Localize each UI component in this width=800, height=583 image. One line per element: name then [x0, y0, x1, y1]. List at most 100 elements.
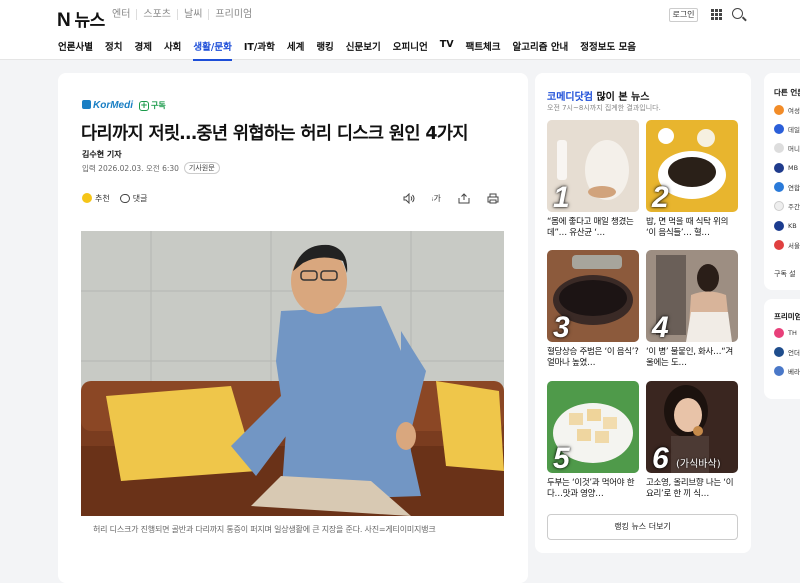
ranking-thumbnail: 4: [646, 250, 738, 342]
rank-number: 5: [553, 442, 570, 473]
comment-button[interactable]: 댓글: [119, 193, 147, 204]
article-panel: KorMedi + 구독 다리까지 저릿…중년 위협하는 허리 디스크 원인 4가…: [58, 73, 528, 583]
tab-opinion[interactable]: 오피니언: [393, 39, 428, 61]
ranking-more-button[interactable]: 랭킹 뉴스 더보기: [547, 514, 738, 540]
ranking-item[interactable]: 2 밥, 면 먹을 때 식탁 위의 ‘이 음식들’… 혈…: [646, 120, 738, 240]
ranking-headline[interactable]: “몸에 좋다고 매일 챙겼는데”… 유산균 ‘…: [547, 217, 639, 240]
press-logo-icon: [774, 105, 784, 115]
tab-politics[interactable]: 정치: [105, 39, 122, 61]
rank-number: 4: [652, 311, 669, 342]
tab-tv[interactable]: TV: [440, 39, 454, 61]
smile-icon: [82, 193, 92, 203]
premium-item[interactable]: 베라: [774, 366, 800, 376]
photo-caption: 허리 디스크가 진행되면 골반과 다리까지 통증이 퍼지며 일상생활에 큰 지장…: [93, 525, 436, 534]
rank-number: 3: [553, 311, 570, 342]
press-item[interactable]: 주간: [774, 201, 800, 211]
top-link-premium[interactable]: 프리미엄: [208, 9, 258, 20]
recommend-button[interactable]: 추천: [82, 193, 110, 204]
back-pain-man-illustration: [81, 231, 504, 516]
press-logo-icon: [774, 221, 784, 231]
press-item[interactable]: 연합: [774, 182, 800, 192]
article-date-row: 입력 2026.02.03. 오전 6:30 기사원문: [82, 162, 220, 174]
premium-title: 프리미엄: [774, 312, 800, 321]
press-item[interactable]: MB: [774, 163, 798, 173]
ranking-thumbnail: 2: [646, 120, 738, 212]
top-link-weather[interactable]: 날씨: [177, 9, 208, 20]
tab-press[interactable]: 언론사별: [58, 39, 93, 61]
kormedi-logo-icon: [82, 100, 91, 109]
press-row: KorMedi + 구독: [82, 100, 166, 111]
press-logo-icon: [774, 201, 784, 211]
ranking-thumbnail: 5: [547, 381, 639, 473]
naver-news-logo[interactable]: N 뉴스: [57, 6, 105, 32]
tab-factcheck[interactable]: 팩트체크: [466, 39, 501, 61]
tab-life-culture[interactable]: 생활/문화: [193, 39, 232, 61]
plus-icon: +: [139, 100, 149, 111]
press-logo-icon: [774, 163, 784, 173]
ranking-item[interactable]: 5 두부는 ‘이것’과 먹어야 한다…맛과 영양…: [547, 381, 639, 501]
ranking-item[interactable]: 1 “몸에 좋다고 매일 챙겼는데”… 유산균 ‘…: [547, 120, 639, 240]
other-press-panel: 다른 언론 여성 데일 머니 MB 연합 주간 KB 서울 구독 설: [764, 73, 800, 290]
print-icon[interactable]: [487, 193, 499, 207]
subscribe-button[interactable]: + 구독: [139, 100, 166, 111]
ranking-headline[interactable]: 혈당상승 주범은 ‘이 음식’? 얼마나 높였…: [547, 347, 639, 370]
press-logo-icon: [774, 240, 784, 250]
ranking-note: 오전 7시~8시까지 집계한 결과입니다.: [547, 104, 661, 112]
subscription-settings-link[interactable]: 구독 설: [774, 269, 796, 279]
rank-number: 1: [553, 181, 570, 212]
press-item[interactable]: 서울: [774, 240, 800, 250]
article-photo: [81, 231, 504, 516]
other-press-title: 다른 언론: [774, 88, 800, 97]
premium-item[interactable]: TH: [774, 328, 797, 338]
ranking-title[interactable]: 코메디닷컴 많이 본 뉴스: [547, 88, 649, 103]
ranking-thumbnail: 1: [547, 120, 639, 212]
comment-icon: [119, 194, 130, 203]
ranking-thumbnail: 6 (가식바삭): [646, 381, 738, 473]
ranking-thumbnail: 3: [547, 250, 639, 342]
tab-ranking[interactable]: 랭킹: [316, 39, 333, 61]
tab-corrections[interactable]: 정정보도 모음: [580, 39, 636, 61]
premium-logo-icon: [774, 328, 784, 338]
press-logo[interactable]: KorMedi: [82, 100, 133, 111]
premium-logo-icon: [774, 347, 784, 357]
premium-item[interactable]: 언더: [774, 347, 800, 357]
login-button[interactable]: 로그인: [669, 8, 698, 22]
tab-newspaper[interactable]: 신문보기: [346, 39, 381, 61]
article-title: 다리까지 저릿…중년 위협하는 허리 디스크 원인 4가지: [81, 124, 469, 144]
ranking-item[interactable]: 4 ‘이 병’ 불붙인, 화사…“겨울에는 도…: [646, 250, 738, 370]
ranking-headline[interactable]: 밥, 면 먹을 때 식탁 위의 ‘이 음식들’… 혈…: [646, 217, 738, 240]
ranking-headline[interactable]: 고소영, 올리브향 나는 ‘이 요리’로 한 끼 식…: [646, 478, 738, 501]
ranking-headline[interactable]: ‘이 병’ 불붙인, 화사…“겨울에는 도…: [646, 347, 738, 370]
rank-number: 6: [652, 442, 669, 473]
press-item[interactable]: 머니: [774, 143, 800, 153]
premium-panel: 프리미엄 TH 언더 베라: [764, 299, 800, 399]
press-item[interactable]: KB: [774, 221, 797, 231]
press-logo-icon: [774, 143, 784, 153]
premium-logo-icon: [774, 366, 784, 376]
top-link-entertainment[interactable]: 엔터: [112, 9, 136, 20]
top-header: N 뉴스 엔터 스포츠 날씨 프리미엄 로그인 언론사별 정치 경제 사회 생활…: [0, 0, 800, 61]
original-article-button[interactable]: 기사원문: [183, 162, 220, 174]
ranking-item[interactable]: 3 혈당상승 주범은 ‘이 음식’? 얼마나 높였…: [547, 250, 639, 370]
tab-world[interactable]: 세계: [287, 39, 304, 61]
search-icon[interactable]: [732, 8, 743, 19]
audio-icon[interactable]: [403, 192, 415, 207]
tab-society[interactable]: 사회: [164, 39, 181, 61]
press-item[interactable]: 데일: [774, 124, 800, 134]
press-item[interactable]: 여성: [774, 105, 800, 115]
font-size-button[interactable]: ᵢ가: [432, 193, 441, 207]
tab-it-science[interactable]: IT/과학: [244, 39, 275, 61]
category-nav: 언론사별 정치 경제 사회 생활/문화 IT/과학 세계 랭킹 신문보기 오피니…: [58, 39, 648, 61]
tab-economy[interactable]: 경제: [134, 39, 151, 61]
app-grid-icon[interactable]: [711, 9, 722, 20]
article-tools: ᵢ가: [403, 192, 499, 207]
top-link-sports[interactable]: 스포츠: [136, 9, 177, 20]
press-logo-icon: [774, 182, 784, 192]
ranking-headline[interactable]: 두부는 ‘이것’과 먹어야 한다…맛과 영양…: [547, 478, 639, 501]
share-icon[interactable]: [458, 193, 470, 207]
reporter-name[interactable]: 김수현 기자: [82, 149, 122, 160]
press-logo-icon: [774, 124, 784, 134]
rank-number: 2: [652, 181, 669, 212]
ranking-item[interactable]: 6 (가식바삭) 고소영, 올리브향 나는 ‘이 요리’로 한 끼 식…: [646, 381, 738, 501]
tab-algorithm[interactable]: 알고리즘 안내: [513, 39, 569, 61]
